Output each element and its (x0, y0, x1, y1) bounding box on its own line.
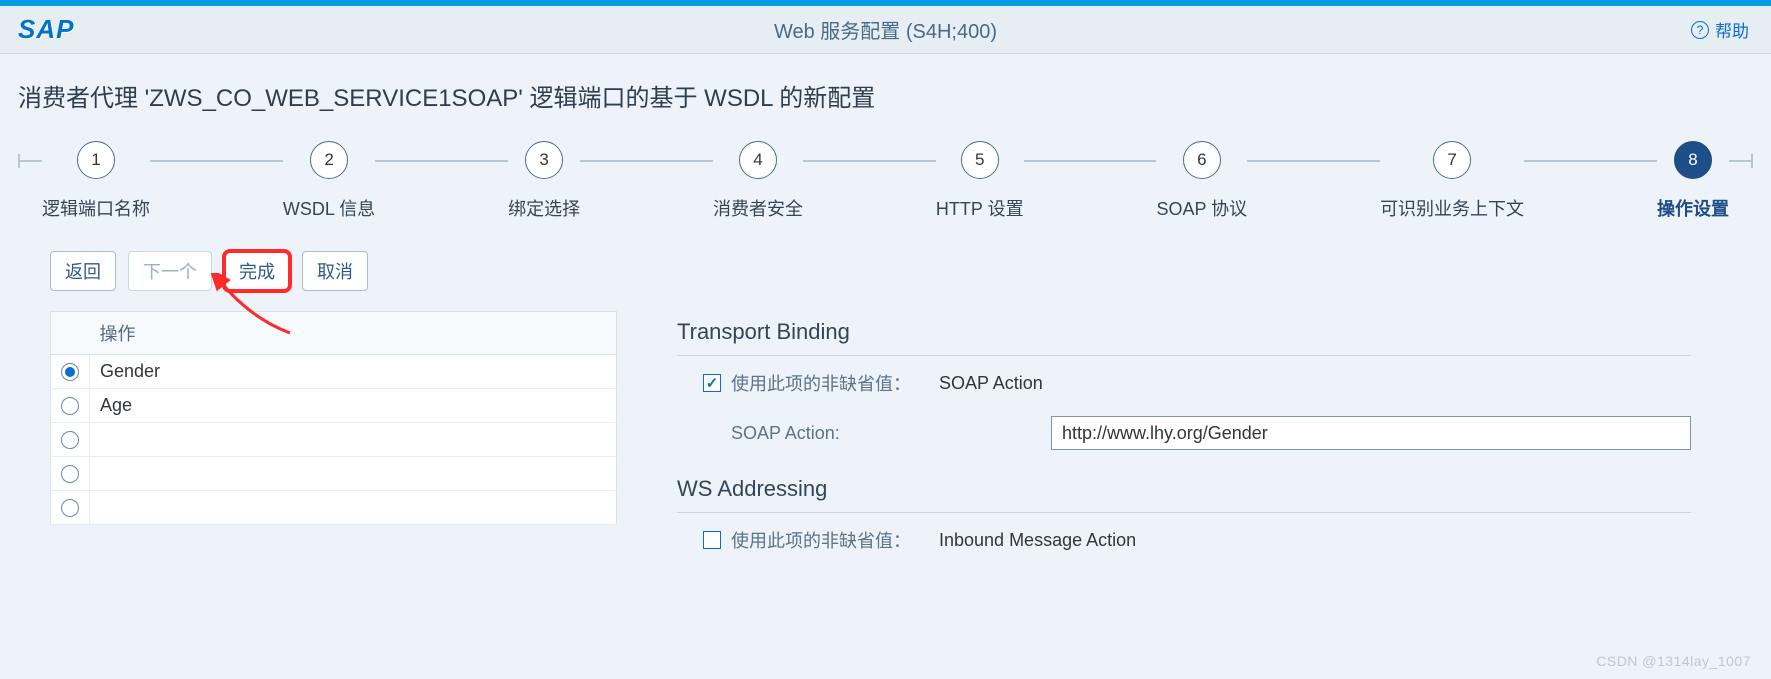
wizard-step-4[interactable]: 4 消费者安全 (713, 141, 803, 221)
cancel-button[interactable]: 取消 (302, 251, 368, 291)
wizard-connector (1024, 160, 1157, 162)
section-title-wsaddressing: WS Addressing (677, 476, 1691, 513)
table-header-select (51, 312, 90, 355)
section-title-transport: Transport Binding (677, 319, 1691, 356)
wizard-progress: 1 逻辑端口名称 2 WSDL 信息 3 绑定选择 4 消费者安全 5 HTTP… (0, 131, 1771, 251)
table-row[interactable] (51, 491, 617, 525)
shell-title: Web 服务配置 (S4H;400) (774, 15, 997, 44)
wizard-step-number: 3 (525, 141, 563, 179)
use-nondefault-label: 使用此项的非缺省值： (731, 527, 911, 553)
wizard-step-number: 6 (1183, 141, 1221, 179)
operation-cell (90, 491, 617, 525)
watermark: CSDN @1314lay_1007 (1596, 653, 1751, 669)
operation-cell (90, 423, 617, 457)
action-bar: 返回 下一个 完成 取消 (0, 251, 1771, 291)
wizard-step-label: 消费者安全 (713, 195, 803, 221)
back-button[interactable]: 返回 (50, 251, 116, 291)
wizard-start-cap (18, 160, 42, 162)
wizard-step-7[interactable]: 7 可识别业务上下文 (1380, 141, 1524, 221)
use-nondefault-value: Inbound Message Action (939, 530, 1136, 551)
wizard-step-number: 2 (310, 141, 348, 179)
wizard-step-number: 7 (1433, 141, 1471, 179)
wizard-step-number: 8 (1674, 141, 1712, 179)
use-nondefault-row: 使用此项的非缺省值： SOAP Action (677, 356, 1691, 410)
details-panel: Transport Binding 使用此项的非缺省值： SOAP Action… (677, 311, 1721, 567)
wizard-end-cap (1729, 160, 1753, 162)
help-link[interactable]: ? 帮助 (1691, 17, 1749, 42)
wizard-connector (150, 160, 283, 162)
soap-action-row: SOAP Action: (677, 410, 1691, 476)
wizard-connector (580, 160, 713, 162)
checkbox-use-nondefault-inbound[interactable] (703, 531, 721, 549)
content-columns: 操作 Gender Age (0, 291, 1771, 567)
wizard-step-number: 1 (77, 141, 115, 179)
wizard-step-3[interactable]: 3 绑定选择 (508, 141, 580, 221)
wizard-step-1[interactable]: 1 逻辑端口名称 (42, 141, 150, 221)
wizard-step-label: HTTP 设置 (936, 195, 1024, 221)
wizard-step-number: 4 (739, 141, 777, 179)
soap-action-input[interactable] (1051, 416, 1691, 450)
help-icon: ? (1691, 21, 1709, 39)
wizard-step-label: WSDL 信息 (283, 195, 375, 221)
wizard-step-label: 可识别业务上下文 (1380, 195, 1524, 221)
operations-panel: 操作 Gender Age (50, 311, 617, 567)
checkbox-use-nondefault-soap[interactable] (703, 374, 721, 392)
use-nondefault-value: SOAP Action (939, 373, 1043, 394)
operation-cell (90, 457, 617, 491)
wizard-step-label: 操作设置 (1657, 195, 1729, 221)
wizard-connector (1247, 160, 1380, 162)
wizard-connector (375, 160, 508, 162)
sap-logo: SAP (18, 14, 74, 45)
finish-button[interactable]: 完成 (224, 251, 290, 291)
wizard-step-label: 逻辑端口名称 (42, 195, 150, 221)
table-row[interactable] (51, 423, 617, 457)
radio-icon[interactable] (61, 499, 79, 517)
soap-action-label: SOAP Action: (731, 423, 1051, 444)
radio-icon[interactable] (61, 397, 79, 415)
help-label: 帮助 (1715, 17, 1749, 42)
radio-icon[interactable] (61, 431, 79, 449)
table-header-operation: 操作 (90, 312, 617, 355)
page-title: 消费者代理 'ZWS_CO_WEB_SERVICE1SOAP' 逻辑端口的基于 … (0, 54, 1771, 131)
table-row[interactable]: Age (51, 389, 617, 423)
wizard-step-2[interactable]: 2 WSDL 信息 (283, 141, 375, 221)
wizard-step-number: 5 (961, 141, 999, 179)
use-nondefault-label: 使用此项的非缺省值： (731, 370, 911, 396)
operation-cell: Gender (90, 355, 617, 389)
shell-bar: SAP Web 服务配置 (S4H;400) ? 帮助 (0, 6, 1771, 54)
operations-table: 操作 Gender Age (50, 311, 617, 525)
wizard-step-label: 绑定选择 (508, 195, 580, 221)
table-row[interactable]: Gender (51, 355, 617, 389)
wizard-connector (803, 160, 936, 162)
table-row[interactable] (51, 457, 617, 491)
wizard-step-label: SOAP 协议 (1156, 195, 1247, 221)
wizard-step-6[interactable]: 6 SOAP 协议 (1156, 141, 1247, 221)
radio-icon[interactable] (61, 363, 79, 381)
wizard-step-8[interactable]: 8 操作设置 (1657, 141, 1729, 221)
radio-icon[interactable] (61, 465, 79, 483)
next-button[interactable]: 下一个 (128, 251, 212, 291)
use-nondefault-row: 使用此项的非缺省值： Inbound Message Action (677, 513, 1691, 567)
operation-cell: Age (90, 389, 617, 423)
wizard-connector (1524, 160, 1657, 162)
wizard-step-5[interactable]: 5 HTTP 设置 (936, 141, 1024, 221)
